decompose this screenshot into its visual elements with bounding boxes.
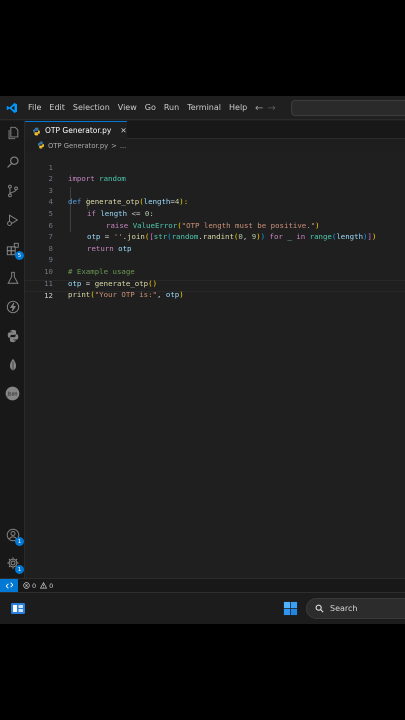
accounts-icon[interactable]: 1 — [3, 525, 24, 546]
problems-indicator[interactable]: 0 0 — [23, 582, 53, 590]
code-line-9: 9 # Example usage — [25, 243, 405, 276]
code-line-12: 12 — [25, 278, 405, 300]
token: ) — [179, 290, 184, 300]
windows-start-icon[interactable] — [283, 601, 298, 616]
menu-view[interactable]: View — [114, 96, 141, 120]
forward-arrow-icon[interactable]: → — [267, 103, 275, 114]
search-icon[interactable] — [3, 152, 22, 171]
close-icon[interactable]: ✕ — [120, 126, 126, 135]
extensions-badge: 5 — [15, 251, 24, 260]
code-line-5: 5 raise ValueError("OTP length must be p… — [25, 196, 405, 230]
tab-otp-generator[interactable]: OTP Generator.py ✕ — [25, 121, 127, 139]
code-line-2: 2 — [25, 162, 405, 183]
menu-file[interactable]: File — [24, 96, 45, 120]
remote-indicator-button[interactable] — [0, 578, 18, 593]
error-icon — [23, 582, 30, 589]
code-line-7: 7 return otp — [25, 220, 405, 253]
menu-terminal[interactable]: Terminal — [183, 96, 225, 120]
settings-gear-icon[interactable]: 1 — [3, 553, 24, 574]
taskbar-search-box[interactable]: Search — [306, 598, 405, 619]
breadcrumb-separator: > — [111, 142, 117, 150]
code-editor[interactable]: 1 import random 2 3 def generate_otp(len… — [25, 152, 405, 578]
vscode-window: File Edit Selection View Go Run Terminal… — [0, 96, 405, 624]
back-arrow-icon[interactable]: ← — [255, 103, 263, 114]
settings-badge: 1 — [15, 565, 24, 574]
source-control-icon[interactable] — [3, 181, 22, 200]
menu-go[interactable]: Go — [141, 96, 160, 120]
vscode-logo-icon — [0, 96, 24, 120]
windows-taskbar: Search — [0, 592, 405, 624]
token: print — [68, 290, 91, 300]
search-icon — [315, 604, 324, 613]
json-icon-label: Json — [6, 392, 17, 398]
code-line-10: 10 otp = generate_otp() — [25, 254, 405, 288]
command-center-search[interactable] — [291, 100, 405, 116]
json-icon[interactable]: Json — [3, 384, 22, 403]
python-file-icon — [32, 121, 41, 140]
code-line-1: 1 import random — [25, 150, 405, 184]
explorer-icon[interactable] — [3, 123, 22, 142]
run-debug-icon[interactable] — [3, 210, 22, 229]
navigation-arrows: ← → — [255, 96, 276, 120]
warning-count: 0 — [49, 581, 54, 590]
activity-bar: 5 Json 1 1 — [0, 121, 25, 578]
line-number: 12 — [44, 290, 53, 300]
status-bar: 0 0 — [0, 578, 405, 593]
code-line-4: 4 if length <= 0: — [25, 185, 405, 218]
python-icon[interactable] — [3, 326, 22, 345]
token: "Your OTP is:" — [94, 290, 157, 300]
menu-edit[interactable]: Edit — [45, 96, 69, 120]
code-line-6: 6 otp = ''.join([str(random.randint(0, 9… — [25, 208, 405, 242]
menu-run[interactable]: Run — [160, 96, 183, 120]
widgets-icon[interactable] — [10, 601, 26, 616]
menu-selection[interactable]: Selection — [69, 96, 114, 120]
remote-icon — [5, 582, 13, 589]
warning-icon — [40, 582, 48, 589]
search-label: Search — [330, 604, 358, 613]
token: , — [157, 290, 166, 300]
accounts-badge: 1 — [15, 537, 24, 546]
error-count: 0 — [32, 581, 37, 590]
breadcrumb-more[interactable]: ... — [120, 142, 126, 150]
editor-tab-bar: OTP Generator.py ✕ — [25, 121, 405, 139]
code-line-11: 11 print("Your OTP is:", otp) — [25, 266, 405, 300]
tab-label: OTP Generator.py — [45, 126, 112, 135]
code-line-3: 3 def generate_otp(length=4): — [25, 173, 405, 207]
extensions-icon[interactable]: 5 — [3, 239, 24, 260]
testing-icon[interactable] — [3, 268, 22, 287]
menu-help[interactable]: Help — [225, 96, 251, 120]
token: otp — [165, 290, 180, 300]
code-line-8: 8 — [25, 231, 405, 253]
title-menu-bar: File Edit Selection View Go Run Terminal… — [0, 96, 405, 120]
breadcrumb-file[interactable]: OTP Generator.py — [48, 142, 108, 150]
lightning-icon[interactable] — [3, 297, 22, 316]
mongodb-leaf-icon[interactable] — [3, 355, 22, 374]
